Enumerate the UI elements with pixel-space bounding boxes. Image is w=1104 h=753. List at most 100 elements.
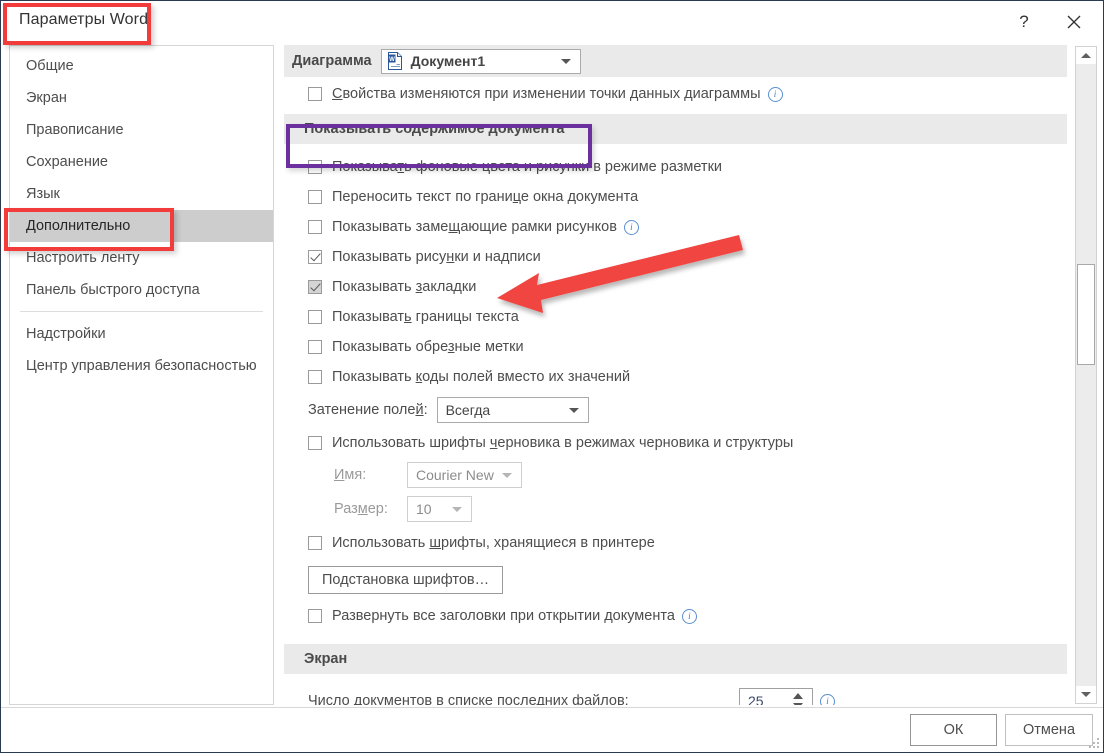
chart-section-label: Диаграмма bbox=[292, 53, 372, 69]
field-shading-value: Всегда bbox=[445, 402, 491, 418]
chevron-down-icon bbox=[502, 473, 512, 478]
checkbox-label: Переносить текст по границе окна докумен… bbox=[332, 189, 639, 205]
checkbox-row-bookmarks[interactable]: Показывать закладки bbox=[284, 272, 1067, 302]
field-shading-combobox[interactable]: Всегда bbox=[436, 397, 589, 423]
sidebar-item-proofing[interactable]: Правописание bbox=[10, 114, 273, 146]
sidebar-item-quick-access-toolbar[interactable]: Панель быстрого доступа bbox=[10, 274, 273, 306]
checkbox-label: Развернуть все заголовки при открытии до… bbox=[332, 608, 675, 624]
word-options-dialog: Параметры Word ? Общие Экран Правописани… bbox=[0, 0, 1104, 753]
checkbox-row-text-boundaries[interactable]: Показывать границы текста bbox=[284, 302, 1067, 332]
checkbox-row-field-codes[interactable]: Показывать коды полей вместо их значений bbox=[284, 362, 1067, 392]
checkbox-row-background-colors[interactable]: Показывать фоновые цвета и рисунки в реж… bbox=[284, 152, 1067, 182]
sidebar-item-language[interactable]: Язык bbox=[10, 178, 273, 210]
checkbox-label: Использовать шрифты, хранящиеся в принте… bbox=[332, 535, 655, 551]
sidebar-item-label: Общие bbox=[26, 58, 74, 74]
sidebar-item-save[interactable]: Сохранение bbox=[10, 146, 273, 178]
show-document-content-header: Показывать содержимое документа bbox=[284, 114, 1067, 144]
draft-font-name-combobox[interactable]: Courier New bbox=[407, 462, 522, 488]
word-document-icon: W bbox=[387, 52, 402, 70]
info-icon[interactable]: i bbox=[681, 608, 697, 624]
category-sidebar[interactable]: Общие Экран Правописание Сохранение Язык… bbox=[9, 45, 274, 705]
options-pane-content: Диаграмма W Документ1 Свойства изменяютс… bbox=[284, 45, 1067, 705]
ok-button[interactable]: ОК bbox=[910, 714, 997, 746]
sidebar-item-addins[interactable]: Надстройки bbox=[10, 318, 273, 350]
sidebar-item-display[interactable]: Экран bbox=[10, 82, 273, 114]
triangle-down-icon bbox=[1081, 692, 1091, 697]
chart-datapoint-checkbox-row[interactable]: Свойства изменяются при изменении точки … bbox=[284, 77, 1067, 111]
font-substitution-button[interactable]: Подстановка шрифтов… bbox=[308, 566, 504, 594]
scroll-up-button[interactable] bbox=[1076, 47, 1096, 64]
checkbox-background-colors[interactable] bbox=[308, 160, 322, 174]
checkbox-label: Показывать закладки bbox=[332, 279, 477, 295]
checkbox-row-crop-marks[interactable]: Показывать обрезные метки bbox=[284, 332, 1067, 362]
checkbox-label: Показывать фоновые цвета и рисунки в реж… bbox=[332, 159, 723, 175]
chart-datapoint-checkbox[interactable] bbox=[308, 87, 322, 101]
document-selector-value: Документ1 bbox=[410, 53, 486, 69]
checkbox-field-codes[interactable] bbox=[308, 370, 322, 384]
document-selector-combobox[interactable]: W Документ1 bbox=[380, 48, 581, 74]
screen-section-label: Экран bbox=[304, 651, 348, 667]
stepper-down-icon[interactable] bbox=[793, 703, 803, 705]
sidebar-item-general[interactable]: Общие bbox=[10, 50, 273, 82]
checkbox-label: Показывать коды полей вместо их значений bbox=[332, 369, 631, 385]
info-icon[interactable]: i bbox=[820, 693, 835, 705]
sidebar-item-trust-center[interactable]: Центр управления безопасностью bbox=[10, 350, 273, 382]
checkbox-picture-placeholders[interactable] bbox=[308, 220, 322, 234]
checkbox-row-wrap-text[interactable]: Переносить текст по границе окна докумен… bbox=[284, 182, 1067, 212]
draft-font-name-value: Courier New bbox=[416, 467, 494, 483]
checkbox-row-drawings-textboxes[interactable]: Показывать рисунки и надписи bbox=[284, 242, 1067, 272]
title-bar: Параметры Word ? bbox=[1, 1, 1103, 43]
sidebar-item-advanced[interactable]: Дополнительно bbox=[10, 210, 273, 242]
checkbox-printer-fonts[interactable] bbox=[308, 536, 322, 550]
checkbox-row-printer-fonts[interactable]: Использовать шрифты, хранящиеся в принте… bbox=[284, 526, 1067, 560]
screen-section-header: Экран bbox=[284, 644, 1067, 674]
sidebar-item-label: Дополнительно bbox=[26, 218, 131, 234]
scroll-down-button[interactable] bbox=[1076, 686, 1096, 703]
checkbox-draft-fonts[interactable] bbox=[308, 436, 322, 450]
cancel-button[interactable]: Отмена bbox=[1005, 714, 1093, 746]
chart-section-header: Диаграмма W Документ1 bbox=[284, 45, 1067, 77]
show-document-content-label: Показывать содержимое документа bbox=[304, 121, 565, 137]
checkbox-drawings-textboxes[interactable] bbox=[308, 250, 322, 264]
options-pane-scrollbar[interactable] bbox=[1075, 46, 1097, 704]
close-button[interactable] bbox=[1051, 1, 1097, 43]
chevron-down-icon bbox=[452, 507, 462, 512]
sidebar-item-label: Правописание bbox=[26, 122, 124, 138]
draft-font-size-combobox[interactable]: 10 bbox=[407, 496, 472, 522]
options-pane: Диаграмма W Документ1 Свойства изменяютс… bbox=[284, 45, 1097, 705]
field-shading-label: Затенение полей: bbox=[308, 402, 428, 418]
checkbox-text-boundaries[interactable] bbox=[308, 310, 322, 324]
triangle-up-icon bbox=[1081, 53, 1091, 58]
checkbox-row-draft-fonts[interactable]: Использовать шрифты черновика в режимах … bbox=[284, 428, 1067, 458]
draft-font-size-row[interactable]: Размер: 10 bbox=[284, 492, 1067, 526]
checkbox-row-picture-placeholders[interactable]: Показывать замещающие рамки рисунков i bbox=[284, 212, 1067, 242]
info-icon[interactable]: i bbox=[623, 219, 639, 235]
checkbox-bookmarks[interactable] bbox=[308, 280, 322, 294]
sidebar-item-customize-ribbon[interactable]: Настроить ленту bbox=[10, 242, 273, 274]
help-button[interactable]: ? bbox=[1001, 1, 1047, 43]
font-substitution-row[interactable]: Подстановка шрифтов… bbox=[284, 560, 1067, 600]
stepper-up-icon[interactable] bbox=[793, 693, 803, 699]
sidebar-item-label: Настроить ленту bbox=[26, 250, 140, 266]
resize-grip[interactable] bbox=[1088, 737, 1100, 749]
draft-font-name-row[interactable]: Имя: Courier New bbox=[284, 458, 1067, 492]
checkbox-expand-headings[interactable] bbox=[308, 609, 322, 623]
checkbox-wrap-text[interactable] bbox=[308, 190, 322, 204]
scrollbar-track[interactable] bbox=[1076, 64, 1096, 686]
checkbox-label: Показывать обрезные метки bbox=[332, 339, 524, 355]
recent-files-count-row[interactable]: Число документов в списке последних файл… bbox=[284, 685, 1067, 705]
info-icon[interactable]: i bbox=[767, 86, 783, 102]
sidebar-item-label: Надстройки bbox=[26, 326, 106, 342]
field-shading-row[interactable]: Затенение полей: Всегда bbox=[284, 392, 1067, 428]
recent-files-count-stepper[interactable]: 25 bbox=[739, 688, 813, 705]
sidebar-divider bbox=[20, 311, 263, 312]
scrollbar-thumb[interactable] bbox=[1077, 264, 1095, 365]
checkbox-label: Показывать границы текста bbox=[332, 309, 519, 325]
checkbox-crop-marks[interactable] bbox=[308, 340, 322, 354]
sidebar-item-label: Экран bbox=[26, 90, 67, 106]
checkbox-row-expand-headings[interactable]: Развернуть все заголовки при открытии до… bbox=[284, 600, 1067, 632]
question-mark-icon: ? bbox=[1019, 12, 1029, 31]
footer-divider bbox=[1, 707, 1103, 708]
